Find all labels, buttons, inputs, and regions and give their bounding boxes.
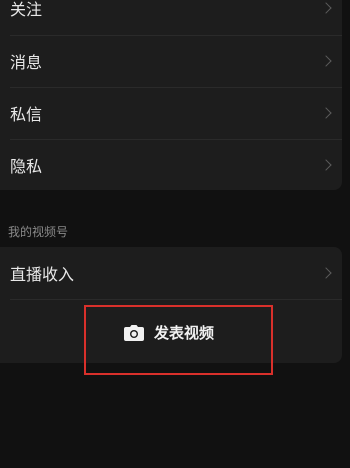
- chevron-right-icon: [320, 2, 332, 14]
- post-video-content: 发表视频: [124, 322, 214, 343]
- chevron-right-icon: [320, 107, 332, 119]
- divider: [10, 299, 342, 300]
- camera-icon: [124, 324, 144, 341]
- settings-item-follow[interactable]: 关注: [0, 0, 342, 34]
- chevron-right-icon: [320, 159, 332, 171]
- live-income-item[interactable]: 直播收入: [0, 247, 342, 299]
- settings-item-label: 私信: [10, 105, 43, 124]
- chevron-right-icon: [320, 55, 332, 67]
- settings-item-label: 消息: [10, 53, 43, 72]
- settings-item-privacy[interactable]: 隐私: [0, 139, 342, 191]
- settings-card: 关注 消息 私信 隐私: [0, 0, 342, 190]
- post-video-button[interactable]: 发表视频: [84, 305, 273, 375]
- chevron-right-icon: [320, 267, 332, 279]
- settings-item-label: 隐私: [10, 157, 43, 176]
- settings-item-messages[interactable]: 消息: [0, 35, 342, 87]
- settings-item-private-messages[interactable]: 私信: [0, 87, 342, 139]
- live-income-label: 直播收入: [10, 265, 75, 284]
- post-video-label: 发表视频: [154, 324, 215, 342]
- settings-item-label: 关注: [10, 0, 43, 19]
- section-title-my-channel: 我的视频号: [8, 225, 69, 239]
